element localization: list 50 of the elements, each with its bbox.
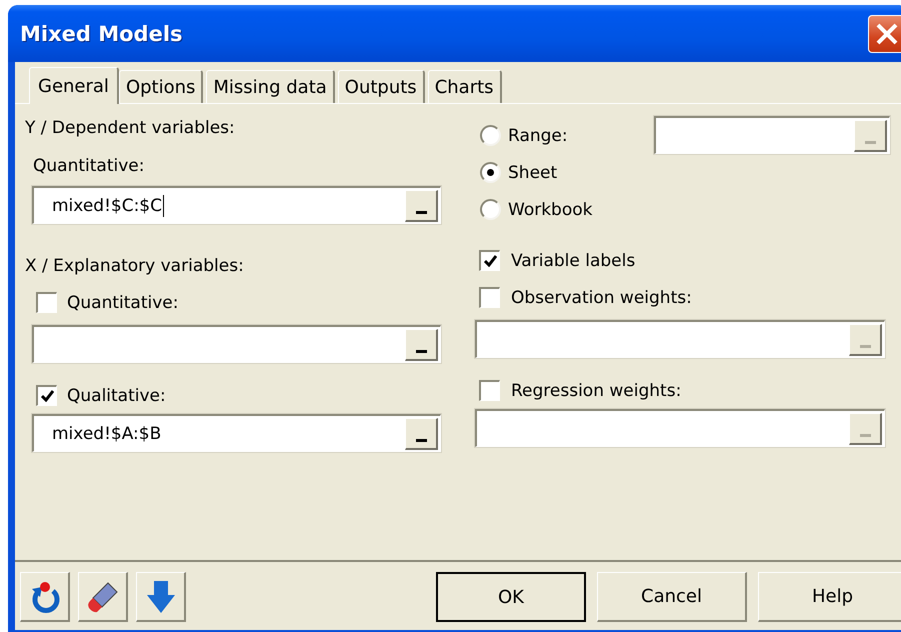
reset-button[interactable] [20,572,70,622]
input-field[interactable]: mixed!$C:$C [32,186,441,224]
eraser-button[interactable] [78,572,128,622]
dialog-button[interactable]: Cancel [597,572,747,622]
checkbox-label: Quantitative: [67,292,178,312]
checkbox[interactable] [36,292,57,313]
dash-icon [416,350,426,352]
dash-icon [864,140,876,144]
field-label: Quantitative: [33,156,146,176]
radio-button[interactable] [480,162,501,183]
close-button[interactable] [868,14,901,52]
radio-button[interactable] [480,199,501,220]
checkbox[interactable] [36,385,57,406]
section-heading: X / Explanatory variables: [25,256,245,276]
range-select-button[interactable] [405,418,438,450]
down-button[interactable] [136,572,186,622]
radio-button[interactable] [480,125,501,146]
checkbox[interactable] [479,380,500,401]
section-heading: Y / Dependent variables: [25,118,236,138]
check-icon [40,390,54,402]
range-select-button[interactable] [405,328,438,360]
input-field[interactable] [32,325,441,363]
tab[interactable]: Charts [428,70,502,103]
tab[interactable]: Outputs [338,70,425,103]
check-icon [484,255,496,267]
range-select-button[interactable] [405,190,438,222]
checkbox-label: Observation weights: [511,288,692,308]
checkbox-label: Qualitative: [67,386,166,406]
radio-label: Range: [508,126,568,146]
tab[interactable]: Missing data [206,70,335,103]
checkbox-label: Variable labels [511,250,636,270]
dialog-button[interactable]: Help [758,572,901,622]
tab[interactable]: Options [118,70,204,103]
dash-icon [416,438,426,442]
down-arrow-icon [146,580,176,614]
eraser-icon [86,580,120,614]
text-cursor [163,194,164,216]
dash-icon [860,434,870,436]
radio-label: Workbook [508,200,592,220]
checkbox[interactable] [479,250,500,271]
close-icon [875,22,899,46]
radio-label: Sheet [508,162,558,182]
tab[interactable]: General [29,67,119,104]
dash-icon [860,344,870,348]
input-field[interactable]: mixed!$A:$B [32,414,441,452]
checkbox-label: Regression weights: [511,380,682,400]
checkbox[interactable] [479,287,500,308]
dialog-button[interactable]: OK [436,572,586,622]
dash-icon [416,210,426,214]
window-title: Mixed Models [20,22,183,46]
